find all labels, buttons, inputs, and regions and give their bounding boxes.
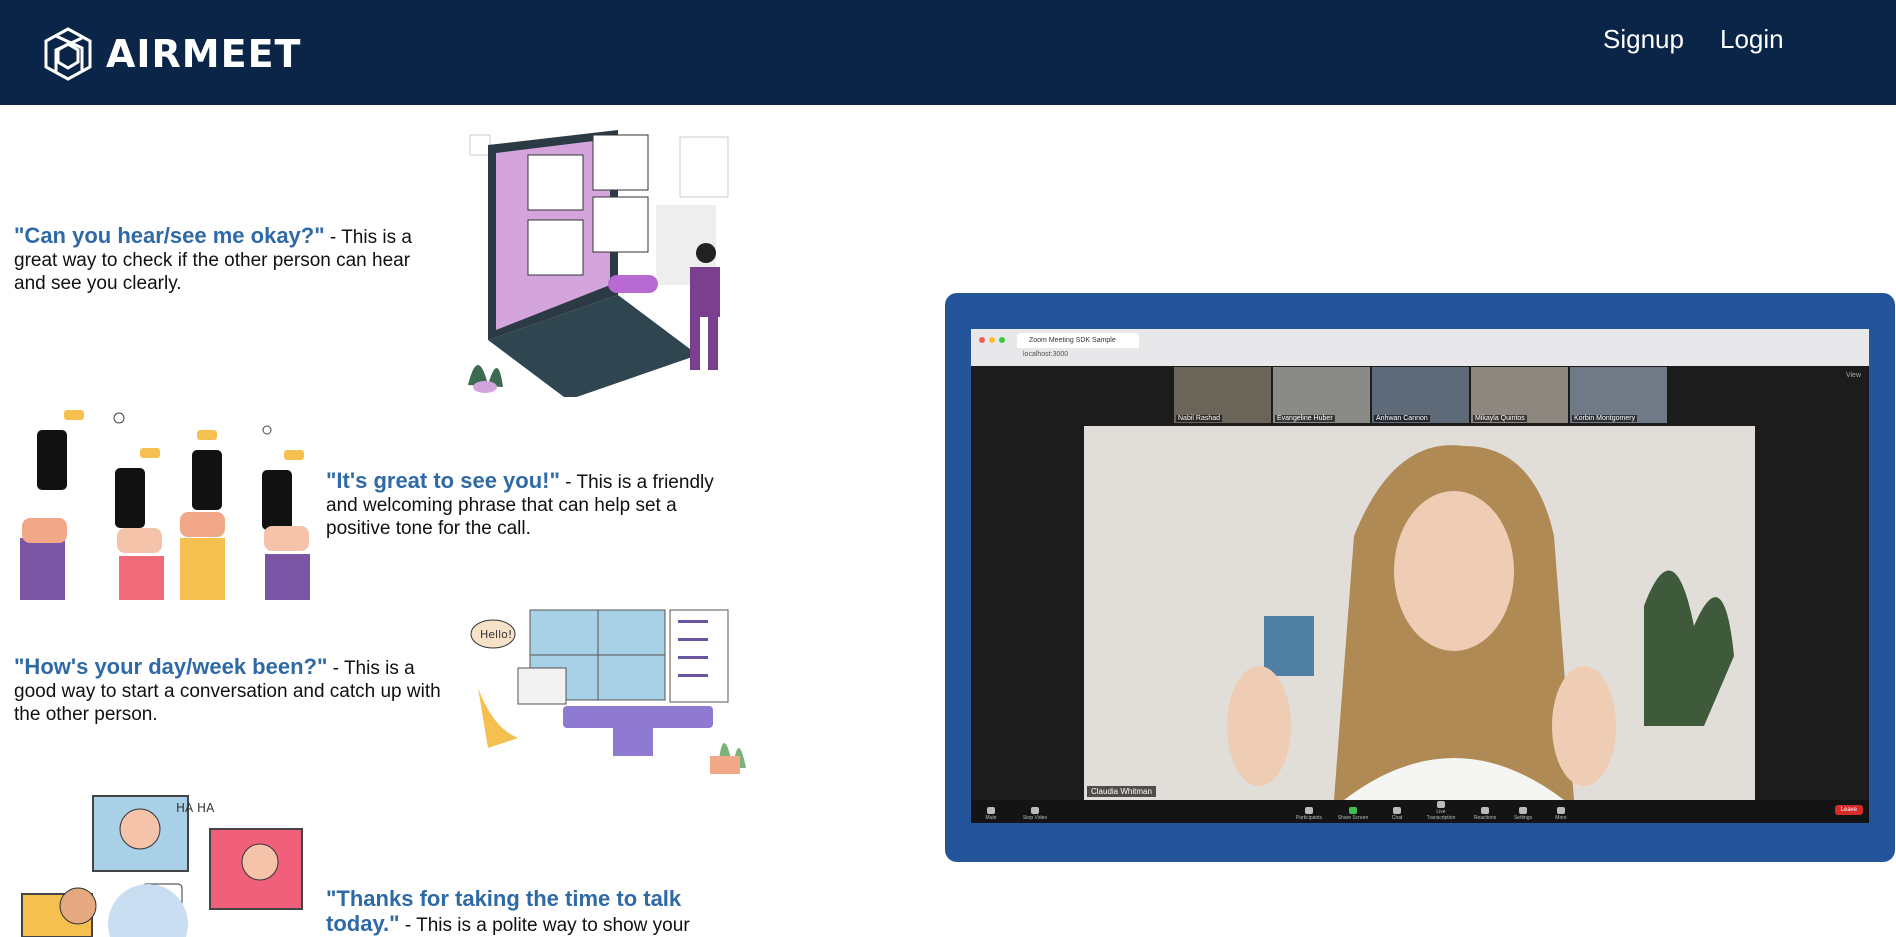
speaker-name: Claudia Whitman xyxy=(1087,786,1156,797)
reactions-icon xyxy=(1481,807,1489,814)
login-link[interactable]: Login xyxy=(1720,24,1784,55)
more-icon xyxy=(1557,807,1565,814)
browser-bar: Zoom Meeting SDK Sample localhost:3000 xyxy=(971,329,1869,366)
stop-video-button: Stop Video xyxy=(1017,807,1053,821)
participant-name: Korbin Montgomery xyxy=(1572,415,1638,422)
share-screen-button: Share Screen xyxy=(1335,807,1371,821)
participant-strip: Nabil Rashad Evangeline Huber Anhwan Can… xyxy=(1174,367,1667,423)
view-label: View xyxy=(1845,372,1861,379)
participant-thumb: Mikayla Quintos xyxy=(1471,367,1568,423)
share-screen-icon xyxy=(1349,807,1357,814)
maximize-dot-icon xyxy=(999,337,1005,343)
tip-great-to-see: "It's great to see you!" - This is a fri… xyxy=(326,469,736,540)
tip-phrase: "How's your day/week been?" xyxy=(14,654,328,679)
mute-button: Mute xyxy=(973,807,1009,821)
speaker-silhouette xyxy=(1084,426,1755,800)
meeting-toolbar: Mute Stop Video Participants Share Scree… xyxy=(971,800,1869,823)
participant-name: Anhwan Cannon xyxy=(1374,415,1430,422)
tip-how-day: "How's your day/week been?" - This is a … xyxy=(14,655,444,726)
participant-thumb: Korbin Montgomery xyxy=(1570,367,1667,423)
meeting-screenshot: Zoom Meeting SDK Sample localhost:3000 V… xyxy=(971,329,1869,823)
laptop-video-call-illustration xyxy=(468,130,729,397)
chat-icon xyxy=(1393,807,1401,814)
signup-link[interactable]: Signup xyxy=(1603,24,1684,55)
participant-thumb: Anhwan Cannon xyxy=(1372,367,1469,423)
participants-button: Participants xyxy=(1291,807,1327,821)
tip-description: - This is a polite way to show your xyxy=(399,915,690,936)
more-button: More xyxy=(1543,807,1579,821)
chat-button: Chat xyxy=(1379,807,1415,821)
mic-icon xyxy=(987,807,995,814)
tip-hear-see: "Can you hear/see me okay?" - This is a … xyxy=(14,224,444,295)
browser-url: localhost:3000 xyxy=(1023,351,1069,358)
phones-in-hands-illustration xyxy=(20,410,310,600)
participant-thumb: Nabil Rashad xyxy=(1174,367,1271,423)
laughing-friends-illustration: HA HA xyxy=(21,795,303,937)
close-dot-icon xyxy=(979,337,985,343)
transcription-icon xyxy=(1437,801,1445,808)
haha-text: HA HA xyxy=(176,801,215,815)
tip-thanks: "Thanks for taking the time to talk toda… xyxy=(326,887,756,937)
tip-phrase: "Can you hear/see me okay?" xyxy=(14,223,325,248)
gear-icon xyxy=(1519,807,1527,814)
reactions-button: Reactions xyxy=(1467,807,1503,821)
participants-icon xyxy=(1305,807,1313,814)
browser-tab: Zoom Meeting SDK Sample xyxy=(1017,333,1139,348)
settings-button: Settings xyxy=(1505,807,1541,821)
meeting-preview-panel: Zoom Meeting SDK Sample localhost:3000 V… xyxy=(945,293,1895,862)
participant-name: Evangeline Huber xyxy=(1275,415,1335,422)
minimize-dot-icon xyxy=(989,337,995,343)
camera-icon xyxy=(1031,807,1039,814)
speaker-video: Claudia Whitman xyxy=(1084,426,1755,800)
airmeet-logo[interactable]: AIRMEET xyxy=(42,26,301,82)
live-transcription-button: Live Transcription xyxy=(1423,801,1459,821)
airmeet-logo-icon xyxy=(44,27,92,81)
participant-name: Nabil Rashad xyxy=(1176,415,1223,422)
desk-video-call-illustration: Hello! xyxy=(470,609,746,774)
top-navbar: AIRMEET Signup Login xyxy=(0,0,1896,105)
tip-phrase: "It's great to see you!" xyxy=(326,468,560,493)
hello-bubble-text: Hello! xyxy=(480,628,512,641)
participant-thumb: Evangeline Huber xyxy=(1273,367,1370,423)
leave-button: Leave xyxy=(1834,805,1863,815)
logo-text: AIRMEET xyxy=(106,32,302,76)
participant-name: Mikayla Quintos xyxy=(1473,415,1527,422)
